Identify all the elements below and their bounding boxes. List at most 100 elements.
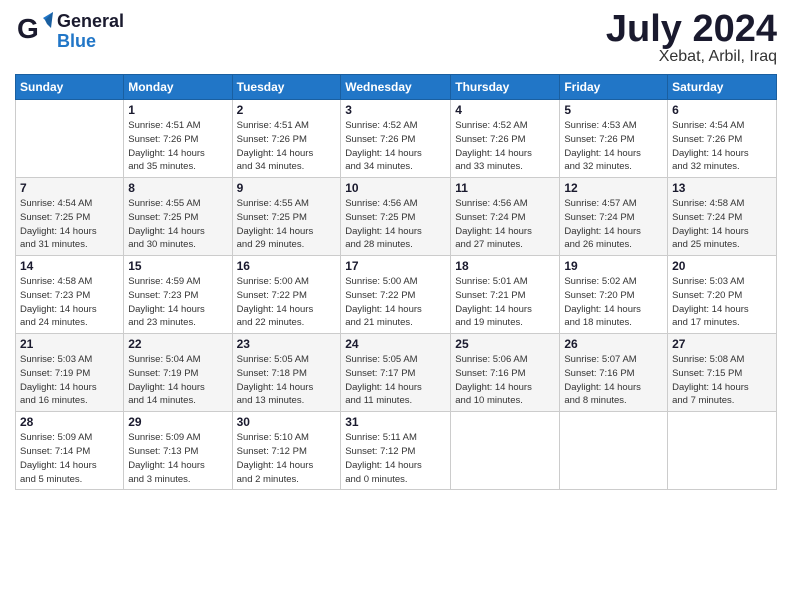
page: G General Blue July 2024 Xebat, Arbil, I… [0, 0, 792, 612]
day-number: 30 [237, 415, 337, 429]
table-cell: 14Sunrise: 4:58 AMSunset: 7:23 PMDayligh… [16, 256, 124, 334]
table-cell: 20 Sunrise: 5:03 AMSunset: 7:20 PMDayligh… [668, 256, 777, 334]
day-info: Sunrise: 5:03 AMSunset: 7:20 PMDaylight:… [672, 275, 772, 330]
table-cell [451, 412, 560, 490]
day-info: Sunrise: 4:53 AMSunset: 7:26 PMDaylight:… [564, 119, 663, 174]
day-info: Sunrise: 4:54 AMSunset: 7:25 PMDaylight:… [20, 197, 119, 252]
header: G General Blue July 2024 Xebat, Arbil, I… [15, 10, 777, 66]
day-number: 2 [237, 103, 337, 117]
day-number: 31 [345, 415, 446, 429]
table-cell: 24 Sunrise: 5:05 AMSunset: 7:17 PMDayligh… [341, 334, 451, 412]
day-info: Sunrise: 5:01 AMSunset: 7:21 PMDaylight:… [455, 275, 555, 330]
day-info: Sunrise: 4:51 AMSunset: 7:26 PMDaylight:… [128, 119, 227, 174]
svg-text:G: G [17, 13, 39, 44]
table-cell: 23 Sunrise: 5:05 AMSunset: 7:18 PMDayligh… [232, 334, 341, 412]
table-cell: 8 Sunrise: 4:55 AMSunset: 7:25 PMDaylight… [124, 178, 232, 256]
table-cell: 17 Sunrise: 5:00 AMSunset: 7:22 PMDayligh… [341, 256, 451, 334]
table-cell: 13 Sunrise: 4:58 AMSunset: 7:24 PMDayligh… [668, 178, 777, 256]
table-cell: 9 Sunrise: 4:55 AMSunset: 7:25 PMDaylight… [232, 178, 341, 256]
table-cell: 25Sunrise: 5:06 AMSunset: 7:16 PMDayligh… [451, 334, 560, 412]
table-cell [560, 412, 668, 490]
calendar-week-row: 21 Sunrise: 5:03 AMSunset: 7:19 PMDayligh… [16, 334, 777, 412]
day-number: 3 [345, 103, 446, 117]
day-number: 18 [455, 259, 555, 273]
day-info: Sunrise: 5:05 AMSunset: 7:18 PMDaylight:… [237, 353, 337, 408]
col-sunday: Sunday [16, 75, 124, 100]
col-monday: Monday [124, 75, 232, 100]
table-cell [16, 100, 124, 178]
day-info: Sunrise: 5:00 AMSunset: 7:22 PMDaylight:… [237, 275, 337, 330]
table-cell: 19 Sunrise: 5:02 AMSunset: 7:20 PMDayligh… [560, 256, 668, 334]
calendar-week-row: 14Sunrise: 4:58 AMSunset: 7:23 PMDayligh… [16, 256, 777, 334]
table-cell: 4 Sunrise: 4:52 AMSunset: 7:26 PMDaylight… [451, 100, 560, 178]
day-info: Sunrise: 4:51 AMSunset: 7:26 PMDaylight:… [237, 119, 337, 174]
table-cell: 3Sunrise: 4:52 AMSunset: 7:26 PMDaylight… [341, 100, 451, 178]
col-wednesday: Wednesday [341, 75, 451, 100]
day-number: 16 [237, 259, 337, 273]
day-number: 13 [672, 181, 772, 195]
table-cell: 2 Sunrise: 4:51 AMSunset: 7:26 PMDaylight… [232, 100, 341, 178]
logo: G General Blue [15, 10, 124, 53]
day-number: 26 [564, 337, 663, 351]
calendar-table: Sunday Monday Tuesday Wednesday Thursday… [15, 74, 777, 490]
col-saturday: Saturday [668, 75, 777, 100]
calendar-week-row: 7 Sunrise: 4:54 AMSunset: 7:25 PMDaylight… [16, 178, 777, 256]
day-number: 17 [345, 259, 446, 273]
table-cell: 16 Sunrise: 5:00 AMSunset: 7:22 PMDayligh… [232, 256, 341, 334]
day-info: Sunrise: 5:02 AMSunset: 7:20 PMDaylight:… [564, 275, 663, 330]
table-cell: 6Sunrise: 4:54 AMSunset: 7:26 PMDaylight… [668, 100, 777, 178]
table-cell: 31 Sunrise: 5:11 AMSunset: 7:12 PMDayligh… [341, 412, 451, 490]
calendar-week-row: 28 Sunrise: 5:09 AMSunset: 7:14 PMDayligh… [16, 412, 777, 490]
day-info: Sunrise: 4:55 AMSunset: 7:25 PMDaylight:… [237, 197, 337, 252]
day-info: Sunrise: 4:55 AMSunset: 7:25 PMDaylight:… [128, 197, 227, 252]
day-number: 20 [672, 259, 772, 273]
table-cell: 11 Sunrise: 4:56 AMSunset: 7:24 PMDayligh… [451, 178, 560, 256]
table-cell: 30 Sunrise: 5:10 AMSunset: 7:12 PMDayligh… [232, 412, 341, 490]
day-number: 7 [20, 181, 119, 195]
logo-text: General Blue [57, 12, 124, 52]
day-info: Sunrise: 5:08 AMSunset: 7:15 PMDaylight:… [672, 353, 772, 408]
day-number: 23 [237, 337, 337, 351]
table-cell: 26 Sunrise: 5:07 AMSunset: 7:16 PMDayligh… [560, 334, 668, 412]
day-number: 9 [237, 181, 337, 195]
day-info: Sunrise: 4:56 AMSunset: 7:24 PMDaylight:… [455, 197, 555, 252]
day-number: 24 [345, 337, 446, 351]
day-number: 19 [564, 259, 663, 273]
day-number: 21 [20, 337, 119, 351]
day-number: 6 [672, 103, 772, 117]
table-cell: 21 Sunrise: 5:03 AMSunset: 7:19 PMDayligh… [16, 334, 124, 412]
day-number: 11 [455, 181, 555, 195]
table-cell: 29 Sunrise: 5:09 AMSunset: 7:13 PMDayligh… [124, 412, 232, 490]
table-cell: 18 Sunrise: 5:01 AMSunset: 7:21 PMDayligh… [451, 256, 560, 334]
table-cell: 10Sunrise: 4:56 AMSunset: 7:25 PMDayligh… [341, 178, 451, 256]
col-thursday: Thursday [451, 75, 560, 100]
day-number: 25 [455, 337, 555, 351]
day-info: Sunrise: 5:11 AMSunset: 7:12 PMDaylight:… [345, 431, 446, 486]
subtitle: Xebat, Arbil, Iraq [606, 48, 777, 66]
day-info: Sunrise: 5:03 AMSunset: 7:19 PMDaylight:… [20, 353, 119, 408]
day-number: 1 [128, 103, 227, 117]
day-info: Sunrise: 4:58 AMSunset: 7:24 PMDaylight:… [672, 197, 772, 252]
day-info: Sunrise: 4:59 AMSunset: 7:23 PMDaylight:… [128, 275, 227, 330]
day-number: 27 [672, 337, 772, 351]
day-number: 28 [20, 415, 119, 429]
col-tuesday: Tuesday [232, 75, 341, 100]
day-number: 4 [455, 103, 555, 117]
day-number: 8 [128, 181, 227, 195]
day-info: Sunrise: 5:07 AMSunset: 7:16 PMDaylight:… [564, 353, 663, 408]
day-info: Sunrise: 5:00 AMSunset: 7:22 PMDaylight:… [345, 275, 446, 330]
day-number: 22 [128, 337, 227, 351]
calendar-week-row: 1 Sunrise: 4:51 AMSunset: 7:26 PMDaylight… [16, 100, 777, 178]
day-info: Sunrise: 4:56 AMSunset: 7:25 PMDaylight:… [345, 197, 446, 252]
day-info: Sunrise: 4:52 AMSunset: 7:26 PMDaylight:… [455, 119, 555, 174]
day-info: Sunrise: 5:10 AMSunset: 7:12 PMDaylight:… [237, 431, 337, 486]
logo-icon: G [15, 10, 53, 53]
day-number: 5 [564, 103, 663, 117]
day-info: Sunrise: 5:09 AMSunset: 7:14 PMDaylight:… [20, 431, 119, 486]
table-cell [668, 412, 777, 490]
calendar-header-row: Sunday Monday Tuesday Wednesday Thursday… [16, 75, 777, 100]
day-info: Sunrise: 5:05 AMSunset: 7:17 PMDaylight:… [345, 353, 446, 408]
day-number: 15 [128, 259, 227, 273]
day-info: Sunrise: 5:09 AMSunset: 7:13 PMDaylight:… [128, 431, 227, 486]
day-number: 29 [128, 415, 227, 429]
